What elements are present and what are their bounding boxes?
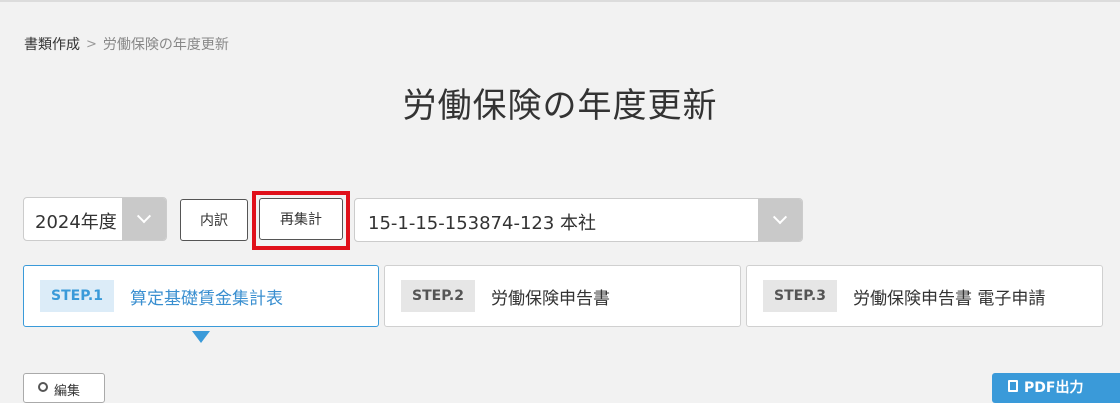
pdf-export-label: PDF出力 [1024, 380, 1084, 396]
office-select-toggle[interactable] [758, 199, 802, 241]
breakdown-button[interactable]: 内訳 [180, 199, 248, 241]
chevron-down-icon [136, 209, 152, 224]
step-tab-2[interactable]: STEP.2 労働保険申告書 [384, 265, 741, 327]
edit-button-label: 編集 [54, 384, 81, 399]
active-step-pointer [192, 331, 210, 343]
office-select[interactable]: 15-1-15-153874-123 本社 [354, 198, 803, 242]
pdf-export-button[interactable]: PDF出力 [992, 373, 1120, 403]
breadcrumb-current: 労働保険の年度更新 [102, 37, 229, 53]
year-select-toggle[interactable] [122, 198, 166, 240]
recalculate-button[interactable]: 再集計 [259, 198, 343, 240]
step-tab-1[interactable]: STEP.1 算定基礎賃金集計表 [23, 265, 379, 327]
step-badge: STEP.3 [763, 280, 837, 312]
top-divider [0, 0, 1120, 2]
gear-icon [38, 382, 48, 392]
step-label: 労働保険申告書 [491, 288, 610, 309]
chevron-right-icon: > [86, 36, 97, 52]
office-select-value: 15-1-15-153874-123 本社 [368, 213, 597, 234]
breadcrumb-parent-link[interactable]: 書類作成 [24, 34, 80, 54]
step-tab-3[interactable]: STEP.3 労働保険申告書 電子申請 [746, 265, 1103, 327]
breadcrumb: 書類作成 > 労働保険の年度更新 [24, 34, 229, 54]
chevron-down-icon [772, 210, 788, 225]
year-select[interactable]: 2024年度 [23, 197, 167, 241]
document-icon [1008, 380, 1018, 392]
step-label: 労働保険申告書 電子申請 [853, 288, 1046, 309]
step-badge: STEP.2 [401, 280, 475, 312]
edit-button[interactable]: 編集 [23, 373, 105, 403]
step-label: 算定基礎賃金集計表 [130, 288, 283, 309]
step-badge: STEP.1 [40, 280, 114, 312]
page-title: 労働保険の年度更新 [402, 86, 718, 126]
year-select-value: 2024年度 [35, 212, 117, 233]
